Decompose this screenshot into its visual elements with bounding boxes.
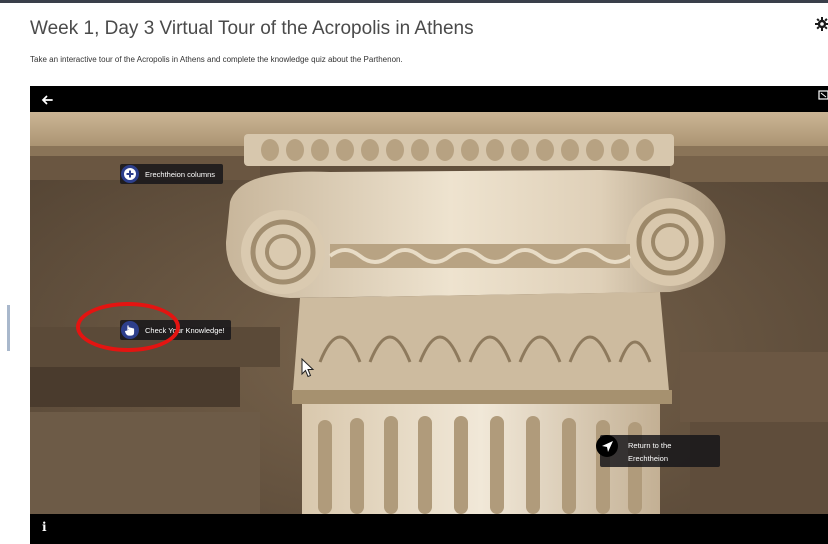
- hotspot-erechtheion-columns[interactable]: Erechtheion columns: [120, 164, 224, 184]
- tour-bottom-bar: i: [30, 514, 828, 544]
- page-title: Week 1, Day 3 Virtual Tour of the Acropo…: [30, 18, 474, 39]
- return-line-2: Erechtheion: [628, 454, 669, 463]
- hand-pointer-icon: [121, 321, 139, 339]
- left-scroll-indicator: [7, 305, 10, 351]
- top-border: [0, 0, 828, 3]
- info-icon[interactable]: i: [42, 520, 56, 536]
- arrow-left-icon[interactable]: [38, 91, 56, 109]
- hotspot-label: Check Your Knowledge!: [145, 325, 225, 335]
- gear-icon[interactable]: [814, 16, 828, 32]
- plus-circle-icon: [121, 165, 139, 183]
- hotspot-label: Erechtheion columns: [145, 169, 216, 179]
- fullscreen-icon[interactable]: [818, 89, 828, 101]
- hotspot-check-knowledge[interactable]: Check Your Knowledge!: [120, 320, 231, 340]
- virtual-tour-viewer[interactable]: Erechtheion columns Check Your Knowledge…: [30, 86, 828, 544]
- hotspot-label: Return to the Erechtheion: [628, 435, 671, 465]
- navigation-arrow-icon: [596, 435, 618, 457]
- mouse-cursor-icon: [301, 358, 315, 378]
- hotspot-return-erechtheion[interactable]: Return to the Erechtheion: [596, 435, 720, 467]
- tour-top-bar: [30, 86, 828, 112]
- page-description: Take an interactive tour of the Acropoli…: [30, 55, 403, 64]
- return-line-1: Return to the: [628, 441, 672, 450]
